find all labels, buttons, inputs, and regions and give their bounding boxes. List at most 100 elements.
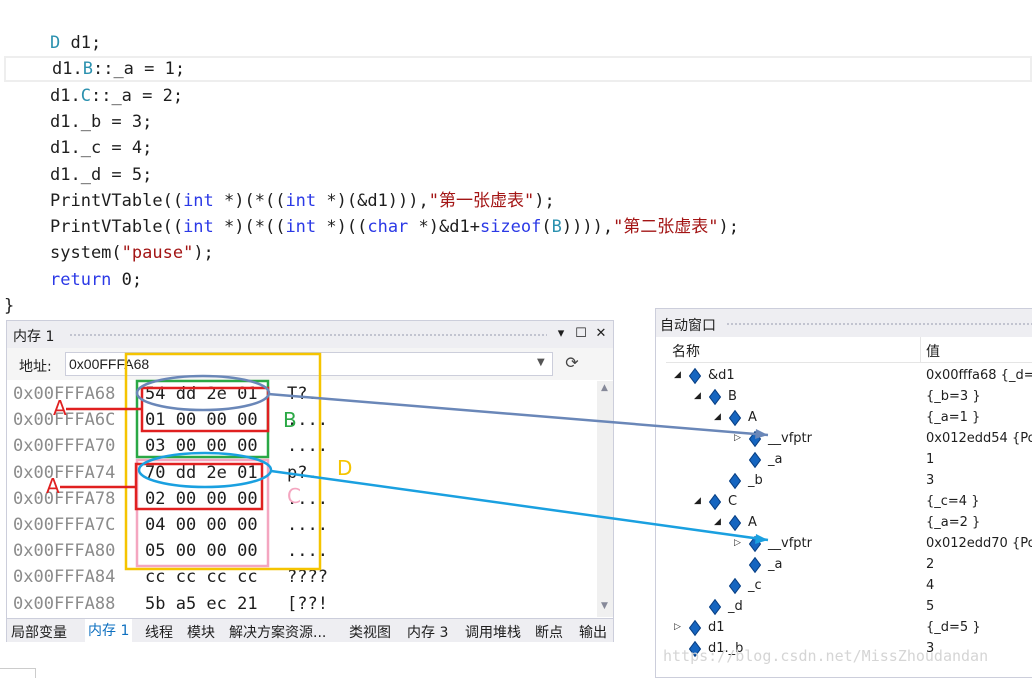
address-value: 0x00FFFA68 bbox=[69, 356, 150, 372]
autos-tree-row[interactable]: ◢ C {_c=4 } bbox=[666, 491, 1032, 512]
code-line[interactable]: PrintVTable((int *)(*((int *)((char *)&d… bbox=[50, 214, 739, 240]
code-token: return bbox=[50, 269, 112, 290]
memory-row[interactable]: 0x00FFFA84 cc cc cc cc???? bbox=[7, 564, 597, 590]
memory-bytes: 05 00 00 00 bbox=[145, 541, 258, 562]
expand-toggle-icon[interactable]: ▷ bbox=[674, 617, 681, 638]
drag-grip[interactable] bbox=[726, 322, 1032, 326]
bottom-tab[interactable]: 断点 bbox=[535, 622, 563, 642]
dropdown-icon[interactable]: ▾ bbox=[553, 325, 569, 343]
memory-row[interactable]: 0x00FFFA78 02 00 00 00.... bbox=[7, 486, 597, 512]
scroll-down-icon[interactable]: ▼ bbox=[601, 601, 608, 611]
memory-bytes: cc cc cc cc bbox=[145, 567, 258, 588]
bottom-tab[interactable]: 局部变量 bbox=[11, 622, 67, 642]
memory-chars: .... bbox=[287, 515, 328, 535]
code-token: ); bbox=[193, 243, 214, 264]
autos-tree-row[interactable]: _a 2 bbox=[666, 554, 1032, 575]
code-token: PrintVTable(( bbox=[50, 217, 184, 238]
autos-tree-row[interactable]: _d 5 bbox=[666, 596, 1032, 617]
bottom-tab[interactable]: 类视图 bbox=[349, 622, 391, 642]
bottom-tab[interactable]: 解决方案资源... bbox=[229, 622, 326, 642]
expand-toggle-icon[interactable]: ◢ bbox=[694, 386, 701, 407]
bottom-tab[interactable]: 调用堆栈 bbox=[465, 622, 521, 642]
code-token: *)(*(( bbox=[213, 190, 286, 211]
autos-tree-row[interactable]: ▷ d1 {_d=5 } bbox=[666, 617, 1032, 638]
bottom-tab[interactable]: 内存 3 bbox=[407, 622, 448, 642]
bottom-tab[interactable]: 线程 bbox=[145, 622, 173, 642]
memory-window: 内存 1 ▾ ☐ ✕ 地址: 0x00FFFA68 ▼ ⟳ 0x00FFFA68… bbox=[6, 320, 614, 643]
refresh-icon[interactable]: ⟳ bbox=[563, 354, 581, 372]
variable-name: _a bbox=[768, 452, 783, 467]
expand-toggle-icon[interactable]: ◢ bbox=[714, 512, 721, 533]
code-token: int bbox=[183, 190, 214, 211]
autos-title-bar: 自动窗口 bbox=[656, 309, 1032, 337]
variable-value: 2 bbox=[926, 557, 935, 572]
variable-name: _c bbox=[748, 578, 762, 593]
variable-icon bbox=[748, 430, 762, 448]
code-line[interactable]: d1.C::_a = 2; bbox=[50, 83, 183, 109]
code-line[interactable]: system("pause"); bbox=[50, 240, 214, 266]
address-dropdown-icon[interactable]: ▼ bbox=[537, 357, 545, 368]
memory-row[interactable]: 0x00FFFA80 05 00 00 00.... bbox=[7, 538, 597, 564]
memory-row[interactable]: 0x00FFFA70 03 00 00 00.... bbox=[7, 433, 597, 459]
variable-icon bbox=[708, 493, 722, 511]
bottom-tab[interactable]: 模块 bbox=[187, 622, 215, 642]
autos-tree-row[interactable]: ◢ A {_a=2 } bbox=[666, 512, 1032, 533]
code-editor[interactable]: D d1; d1.B::_a = 1; d1.C::_a = 2; d1._b = 3… bbox=[0, 30, 1032, 320]
memory-row[interactable]: 0x00FFFA74 70 dd 2e 01 p?. bbox=[7, 460, 597, 486]
code-line[interactable]: d1._b = 3; bbox=[50, 109, 152, 135]
expand-toggle-icon[interactable]: ▷ bbox=[734, 428, 741, 449]
autos-tree-row[interactable]: ◢ B {_b=3 } bbox=[666, 386, 1032, 407]
address-input[interactable]: 0x00FFFA68 bbox=[65, 352, 553, 376]
memory-address: 0x00FFFA74 bbox=[13, 462, 116, 483]
code-line[interactable]: d1.B::_a = 1; bbox=[4, 56, 1032, 83]
variable-icon bbox=[708, 598, 722, 616]
memory-bytes: 70 dd 2e 01 bbox=[145, 462, 258, 483]
memory-scrollbar[interactable]: ▲ ▼ bbox=[597, 381, 613, 617]
code-token: ); bbox=[534, 190, 555, 211]
memory-bytes: 03 00 00 00 bbox=[145, 436, 258, 457]
bottom-tab-bar: 局部变量 内存 1 线程 模块 解决方案资源... 类视图 内存 3 调用堆栈 断点 输出 bbox=[7, 618, 613, 643]
memory-window-title: 内存 1 bbox=[13, 329, 55, 345]
bottom-tab[interactable]: 输出 bbox=[579, 622, 607, 642]
variable-icon bbox=[728, 577, 742, 595]
expand-toggle-icon[interactable]: ◢ bbox=[694, 491, 701, 512]
close-icon[interactable]: ✕ bbox=[593, 325, 609, 343]
variable-value: 4 bbox=[926, 578, 935, 593]
memory-address: 0x00FFFA78 bbox=[13, 488, 116, 509]
column-value-header[interactable]: 值 bbox=[926, 341, 940, 361]
autos-tree-row[interactable]: ◢ A {_a=1 } bbox=[666, 407, 1032, 428]
memory-row[interactable]: 0x00FFFA68 54 dd 2e 01 T?. bbox=[7, 381, 597, 407]
variable-name: &d1 bbox=[708, 368, 735, 383]
bottom-tab[interactable]: 内存 1 bbox=[85, 619, 133, 643]
column-separator[interactable] bbox=[920, 337, 921, 363]
code-token: d1._b = 3; bbox=[50, 111, 153, 132]
code-token: *)(( bbox=[316, 217, 368, 238]
code-line[interactable]: d1._d = 5; bbox=[50, 162, 152, 188]
maximize-icon[interactable]: ☐ bbox=[573, 325, 589, 343]
expand-toggle-icon[interactable]: ◢ bbox=[714, 407, 721, 428]
autos-tree-row[interactable]: ◢ &d1 0x00fffa68 {_d=5 bbox=[666, 365, 1032, 386]
code-line[interactable]: PrintVTable((int *)(*((int *)(&d1))),"第一… bbox=[50, 188, 555, 214]
autos-tree-row[interactable]: ▷ __vfptr 0x012edd54 {Po bbox=[666, 428, 1032, 449]
memory-rows[interactable]: 0x00FFFA68 54 dd 2e 01 T?. 0x00FFFA6C 01 00 … bbox=[7, 381, 597, 617]
autos-window-title: 自动窗口 bbox=[660, 318, 716, 334]
drag-grip[interactable] bbox=[69, 333, 547, 337]
code-token: int bbox=[285, 217, 317, 238]
memory-row[interactable]: 0x00FFFA6C 01 00 00 00.... bbox=[7, 407, 597, 433]
memory-title-bar: 内存 1 ▾ ☐ ✕ bbox=[7, 321, 613, 348]
expand-toggle-icon[interactable]: ◢ bbox=[674, 365, 681, 386]
column-name-header[interactable]: 名称 bbox=[672, 341, 700, 361]
memory-row[interactable]: 0x00FFFA7C 04 00 00 00.... bbox=[7, 512, 597, 538]
memory-chars: .... bbox=[287, 541, 328, 562]
scroll-up-icon[interactable]: ▲ bbox=[601, 383, 608, 393]
autos-tree-row[interactable]: _a 1 bbox=[666, 449, 1032, 470]
code-line[interactable]: return 0; bbox=[50, 267, 142, 293]
autos-tree-row[interactable]: _c 4 bbox=[666, 575, 1032, 596]
autos-tree-row[interactable]: ▷ __vfptr 0x012edd70 {Po bbox=[666, 533, 1032, 554]
code-token: system( bbox=[50, 243, 122, 264]
code-line[interactable]: D d1; bbox=[50, 30, 101, 56]
memory-row[interactable]: 0x00FFFA88 5b a5 ec 21 [??! bbox=[7, 591, 597, 617]
expand-toggle-icon[interactable]: ▷ bbox=[734, 533, 741, 554]
code-line[interactable]: d1._c = 4; bbox=[50, 135, 152, 161]
autos-tree-row[interactable]: _b 3 bbox=[666, 470, 1032, 491]
